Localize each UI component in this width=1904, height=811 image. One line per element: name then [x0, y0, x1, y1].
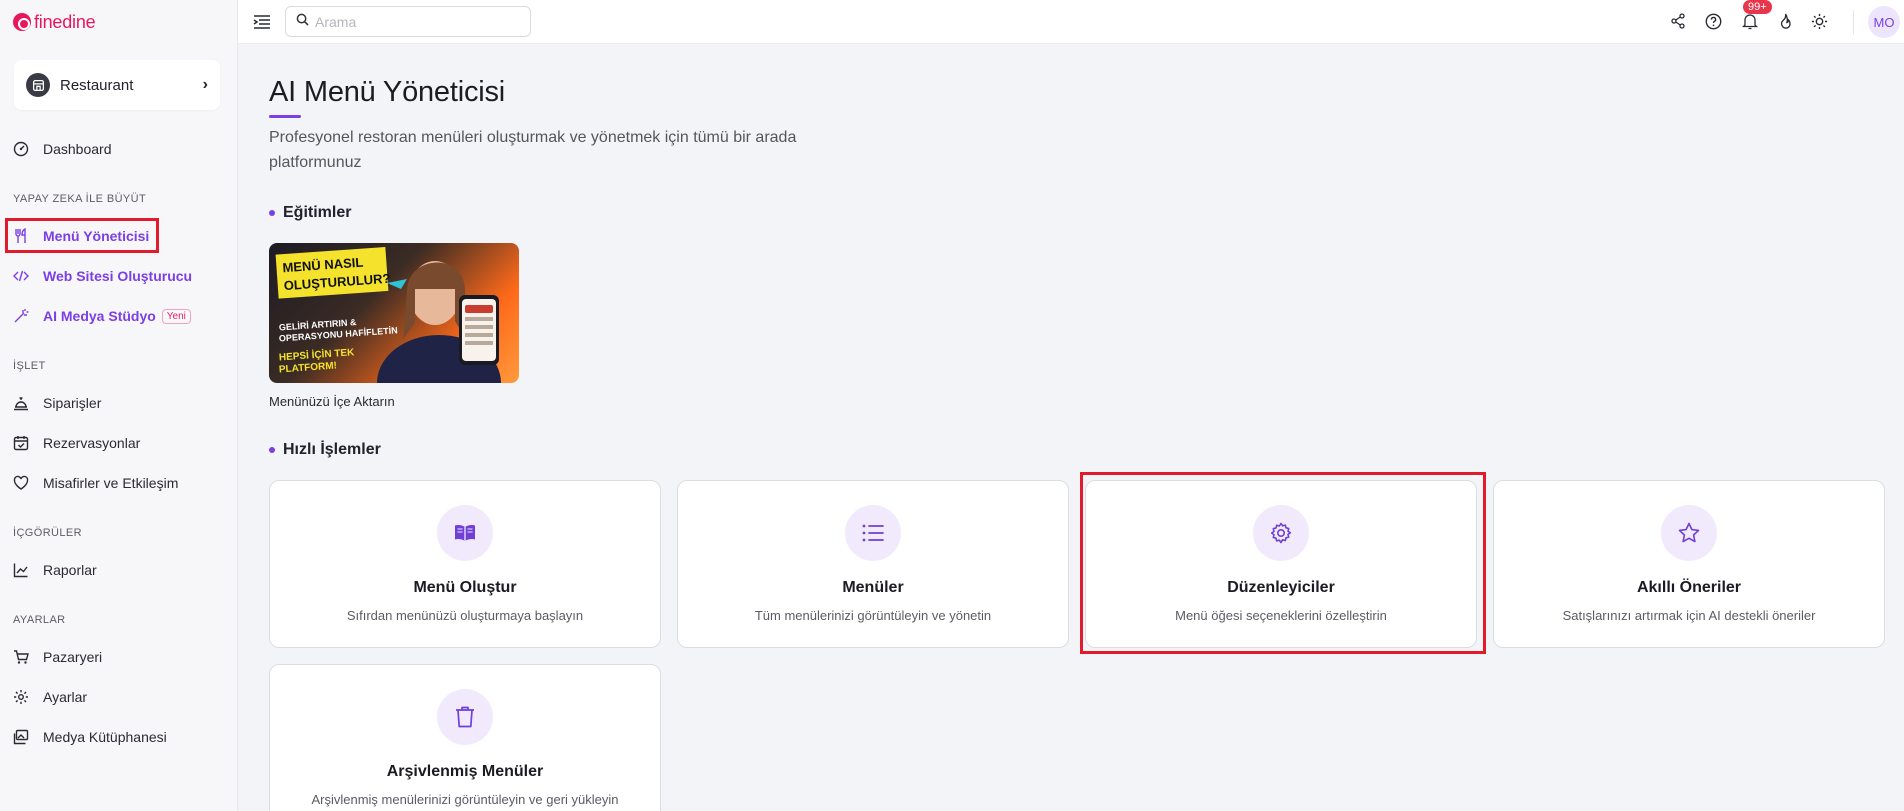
notification-bell-icon[interactable]: [1740, 11, 1760, 31]
sidebar-item-label: Pazaryeri: [43, 649, 103, 665]
sidebar-item-dashboard[interactable]: Dashboard: [12, 136, 112, 162]
card-menus[interactable]: Menüler Tüm menülerinizi görüntüleyin ve…: [677, 480, 1069, 648]
quick-actions-heading: Hızlı İşlemler: [269, 439, 381, 461]
calendar-check-icon: [12, 435, 29, 452]
sidebar: finedine Restaurant › Dashboard YAPAY ZE…: [0, 0, 238, 811]
sidebar-item-orders[interactable]: Siparişler: [12, 390, 101, 416]
quick-actions-heading-label: Hızlı İşlemler: [283, 441, 381, 458]
bullet-dot: [269, 447, 275, 453]
sun-theme-icon[interactable]: [1809, 11, 1829, 31]
code-icon: [12, 268, 29, 285]
sidebar-item-label: Misafirler ve Etkileşim: [43, 475, 179, 491]
store-icon: [26, 73, 50, 97]
thumb-line5: HEPSİ İÇİN TEK: [278, 345, 355, 363]
magic-wand-icon: [12, 308, 29, 325]
list-icon: [845, 505, 901, 561]
tutorials-heading: Eğitimler: [269, 202, 351, 224]
tutorials-heading-label: Eğitimler: [283, 204, 352, 221]
top-bar: [238, 0, 1904, 44]
card-smart-suggestions[interactable]: Akıllı Öneriler Satışlarınızı artırmak i…: [1493, 480, 1885, 648]
search-icon: [296, 13, 309, 31]
menu-toggle-icon[interactable]: [253, 13, 271, 31]
sidebar-item-website-builder[interactable]: Web Sitesi Oluşturucu: [12, 263, 192, 289]
cart-icon: [12, 649, 29, 666]
sidebar-item-media-studio[interactable]: AI Medya Stüdyo Yeni: [12, 303, 191, 329]
sidebar-item-reports[interactable]: Raporlar: [12, 557, 97, 583]
line-chart-icon: [12, 562, 29, 579]
sidebar-item-label: Ayarlar: [43, 689, 88, 705]
book-icon: [437, 505, 493, 561]
nav-section-insights: İÇGÖRÜLER: [13, 527, 82, 539]
sidebar-item-label: AI Medya Stüdyo: [43, 308, 156, 324]
trash-icon: [437, 689, 493, 745]
tutorial-video-caption[interactable]: Menünüzü İçe Aktarın: [269, 394, 395, 409]
card-title: Arşivlenmiş Menüler: [386, 763, 544, 780]
sidebar-item-label: Rezervasyonlar: [43, 435, 141, 451]
heart-icon: [12, 475, 29, 492]
card-title: Akıllı Öneriler: [1636, 579, 1742, 596]
sidebar-item-settings[interactable]: Ayarlar: [12, 684, 87, 710]
sidebar-item-label: Dashboard: [43, 141, 112, 157]
restaurant-selector[interactable]: Restaurant ›: [14, 60, 220, 110]
sidebar-item-label: Raporlar: [43, 562, 97, 578]
sidebar-item-label: Medya Kütüphanesi: [43, 729, 167, 745]
page-subtitle: Profesyonel restoran menüleri oluşturmak…: [269, 129, 797, 171]
gear-icon: [12, 689, 29, 706]
nav-section-business: İŞLET: [13, 360, 46, 372]
nav-section-ai: YAPAY ZEKA İLE BÜYÜT: [13, 193, 147, 205]
help-icon[interactable]: [1703, 11, 1723, 31]
sidebar-item-label: Web Sitesi Oluşturucu: [43, 268, 193, 284]
title-underline: [269, 115, 301, 118]
brand-name: finedine: [34, 11, 96, 32]
card-description: Arşivlenmiş menülerinizi görüntüleyin ve…: [311, 792, 619, 807]
card-archived-menus[interactable]: Arşivlenmiş Menüler Arşivlenmiş menüleri…: [269, 664, 661, 811]
star-icon: [1661, 505, 1717, 561]
highlight-box: [1080, 472, 1486, 654]
finedine-logo[interactable]: finedine: [13, 11, 96, 33]
sidebar-item-label: Siparişler: [43, 395, 102, 411]
tutorial-video-thumbnail[interactable]: MENÜ NASIL OLUŞTURULUR? GELİRİ ARTIRIN &…: [269, 243, 519, 383]
share-icon[interactable]: [1668, 11, 1688, 31]
user-avatar[interactable]: MO: [1868, 6, 1900, 38]
new-badge: Yeni: [161, 308, 191, 324]
finedine-logo-icon: [13, 13, 31, 31]
sidebar-item-marketplace[interactable]: Pazaryeri: [12, 644, 102, 670]
search-input[interactable]: [315, 13, 515, 30]
card-create-menu[interactable]: Menü Oluştur Sıfırdan menünüzü oluşturma…: [269, 480, 661, 648]
topbar-divider: [1853, 10, 1854, 34]
card-title: Menüler: [842, 579, 904, 596]
images-icon: [12, 729, 29, 746]
flame-icon[interactable]: [1775, 11, 1795, 31]
sidebar-item-media-library[interactable]: Medya Kütüphanesi: [12, 724, 167, 750]
nav-section-settings: AYARLAR: [13, 614, 66, 626]
sidebar-item-reservations[interactable]: Rezervasyonlar: [12, 430, 140, 456]
search-box[interactable]: [285, 6, 531, 37]
card-description: Sıfırdan menünüzü oluşturmaya başlayın: [346, 608, 584, 623]
chevron-right-icon: ›: [202, 76, 208, 93]
gauge-icon: [12, 141, 29, 158]
card-description: Tüm menülerinizi görüntüleyin ve yönetin: [754, 608, 992, 623]
card-title: Menü Oluştur: [413, 579, 517, 596]
bullet-dot: [269, 210, 275, 216]
page-title: AI Menü Yöneticisi: [269, 76, 506, 108]
sidebar-item-guests[interactable]: Misafirler ve Etkileşim: [12, 470, 178, 496]
highlight-box: [5, 218, 159, 253]
bell-service-icon: [12, 395, 29, 412]
restaurant-label: Restaurant: [60, 76, 134, 94]
notification-count-badge: 99+: [1743, 0, 1772, 14]
card-description: Satışlarınızı artırmak için AI destekli …: [1562, 608, 1816, 623]
